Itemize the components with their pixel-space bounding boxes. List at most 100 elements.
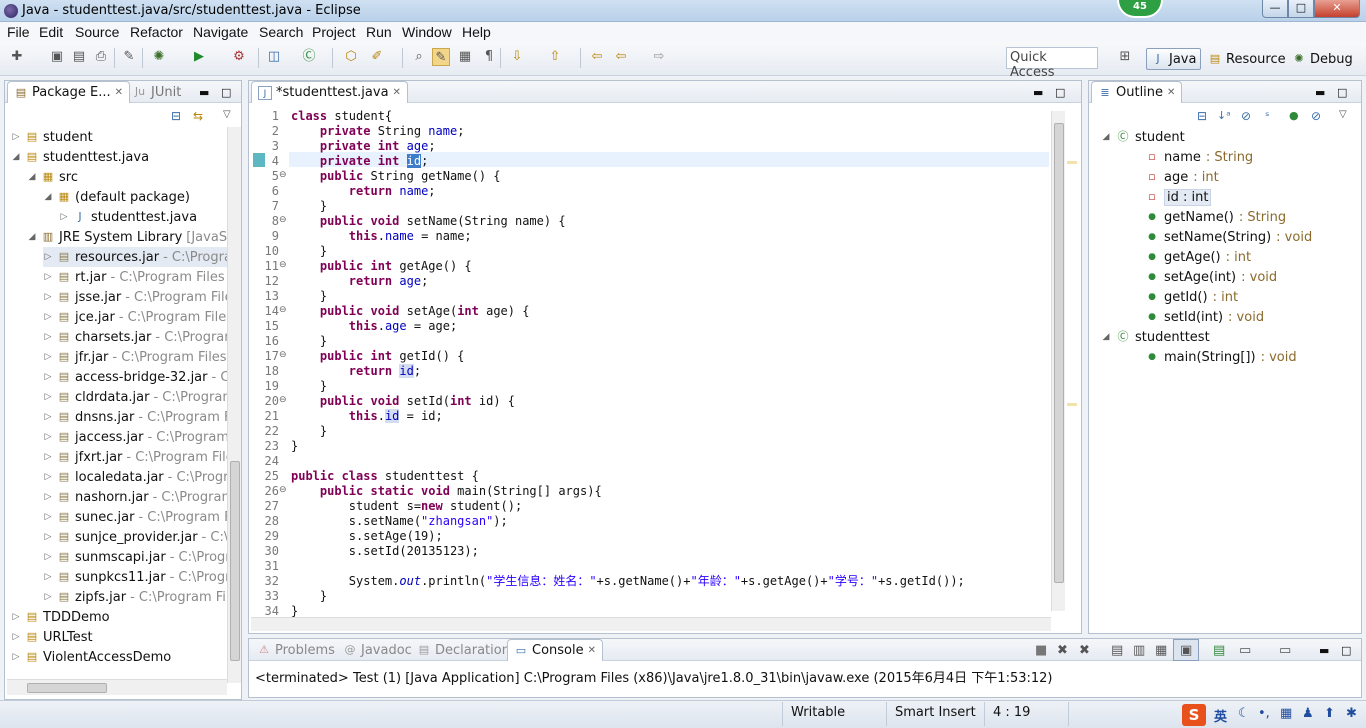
- expand-arrow-icon[interactable]: ▷: [11, 132, 21, 142]
- expand-arrow-icon[interactable]: ◢: [27, 232, 37, 242]
- code-line[interactable]: s.setId(20135123);: [291, 544, 479, 559]
- menu-search[interactable]: Search: [259, 24, 303, 40]
- minimize-button[interactable]: —: [1262, 0, 1288, 18]
- open-console-icon[interactable]: ▤: [1207, 639, 1231, 661]
- tree-item[interactable]: ◢ ▤ studenttest.java: [11, 147, 153, 167]
- code-line[interactable]: private int id;: [291, 154, 428, 169]
- expand-arrow-icon[interactable]: ◢: [43, 192, 53, 202]
- expand-arrow-icon[interactable]: ◢: [1101, 332, 1111, 342]
- run-icon[interactable]: ▶: [190, 48, 208, 66]
- ime-keyboard-icon[interactable]: ▦: [1280, 706, 1292, 724]
- hide-static-icon[interactable]: ˢ: [1265, 109, 1269, 123]
- open-type-icon[interactable]: ⬡: [342, 48, 360, 66]
- tree-item[interactable]: ◢ ▦ src: [27, 167, 82, 187]
- expand-arrow-icon[interactable]: ▷: [43, 372, 53, 382]
- close-tab-icon[interactable]: ✕: [1167, 87, 1175, 98]
- expand-arrow-icon[interactable]: ▷: [43, 572, 53, 582]
- new-java-project-icon[interactable]: ◫: [265, 48, 283, 66]
- ime-language[interactable]: 英: [1214, 706, 1227, 725]
- collapse-all-icon[interactable]: ⊟: [171, 109, 181, 123]
- mark-occurrences-icon[interactable]: ✎: [432, 48, 450, 66]
- tree-item[interactable]: ▷ ▤ resources.jar - C:\Progra: [43, 247, 227, 267]
- menu-project[interactable]: Project: [312, 24, 356, 40]
- perspective-java[interactable]: J Java: [1146, 48, 1202, 70]
- tree-item[interactable]: ▷ ▤ student: [11, 127, 97, 147]
- expand-arrow-icon[interactable]: ▷: [43, 452, 53, 462]
- close-tab-icon[interactable]: ✕: [115, 87, 123, 98]
- code-line[interactable]: System.out.println("学生信息：姓名："+s.getName(…: [291, 574, 965, 589]
- print-icon[interactable]: ⎙: [92, 48, 110, 66]
- open-task-icon[interactable]: ✐: [368, 48, 386, 66]
- ime-moon-icon[interactable]: ☾: [1238, 706, 1250, 724]
- view-menu-icon[interactable]: ▽: [223, 109, 231, 120]
- outline-item[interactable]: ▫ age : int: [1145, 167, 1218, 187]
- save-all-icon[interactable]: ▤: [70, 48, 88, 66]
- tab-studenttest-java[interactable]: J *studenttest.java ✕: [251, 81, 408, 103]
- ime-punct-icon[interactable]: •,: [1258, 706, 1270, 724]
- tab-problems[interactable]: ⚠ Problems: [251, 639, 341, 661]
- code-line[interactable]: }: [291, 199, 327, 214]
- expand-arrow-icon[interactable]: ▷: [43, 352, 53, 362]
- code-line[interactable]: public class studenttest {: [291, 469, 479, 484]
- previous-annotation-icon[interactable]: ⇧: [546, 48, 564, 66]
- perspective-resource[interactable]: ▤ Resource: [1204, 48, 1290, 70]
- save-icon[interactable]: ▣: [48, 48, 66, 66]
- tree-item[interactable]: ▷ ▤ jce.jar - C:\Program Files: [43, 307, 227, 327]
- new-console-icon[interactable]: ▭: [1273, 639, 1297, 661]
- code-line[interactable]: this.age = age;: [291, 319, 457, 334]
- close-tab-icon[interactable]: ✕: [588, 645, 596, 656]
- minimize-editor-icon[interactable]: ▬: [1027, 81, 1049, 103]
- terminate-icon[interactable]: ■: [1029, 639, 1053, 661]
- expand-arrow-icon[interactable]: ▷: [43, 412, 53, 422]
- tree-item[interactable]: ▷ ▤ TDDDemo: [11, 607, 114, 627]
- close-tab-icon[interactable]: ✕: [393, 87, 401, 98]
- last-edit-location-icon[interactable]: ⇦: [588, 48, 606, 66]
- display-selected-console-icon[interactable]: ▭: [1233, 639, 1257, 661]
- tree-item[interactable]: ◢ ▦ (default package): [43, 187, 194, 207]
- expand-arrow-icon[interactable]: ◢: [11, 152, 21, 162]
- expand-arrow-icon[interactable]: ◢: [27, 172, 37, 182]
- clear-console-icon[interactable]: ▤: [1105, 639, 1129, 661]
- code-line[interactable]: }: [291, 244, 327, 259]
- scroll-lock-icon[interactable]: ▥: [1127, 639, 1151, 661]
- ime-user-icon[interactable]: ♟: [1302, 706, 1314, 724]
- menu-file[interactable]: File: [7, 24, 30, 40]
- horizontal-scrollbar[interactable]: [7, 679, 227, 695]
- outline-item[interactable]: ● setName(String) : void: [1145, 227, 1312, 247]
- expand-arrow-icon[interactable]: ▷: [43, 512, 53, 522]
- tree-item[interactable]: ▷ ▤ dnsns.jar - C:\Program Fi: [43, 407, 227, 427]
- menu-run[interactable]: Run: [366, 24, 392, 40]
- code-line[interactable]: private int age;: [291, 139, 436, 154]
- code-line[interactable]: public String getName() {: [291, 169, 501, 184]
- tree-item[interactable]: ▷ ▤ sunjce_provider.jar - C:\P: [43, 527, 227, 547]
- tab-package-explorer[interactable]: ▤ Package E... ✕: [7, 81, 131, 103]
- code-line[interactable]: public void setAge(int age) {: [291, 304, 530, 319]
- expand-arrow-icon[interactable]: ▷: [43, 252, 53, 262]
- code-line[interactable]: student s=new student();: [291, 499, 522, 514]
- tab-outline[interactable]: ≣ Outline ✕: [1091, 81, 1183, 103]
- outline-item[interactable]: ● setAge(int) : void: [1145, 267, 1277, 287]
- expand-arrow-icon[interactable]: ▷: [43, 492, 53, 502]
- tree-item[interactable]: ▷ ▤ nashorn.jar - C:\Program: [43, 487, 227, 507]
- menu-window[interactable]: Window: [402, 24, 452, 40]
- code-line[interactable]: s.setName("zhangsan");: [291, 514, 508, 529]
- tab-javadoc[interactable]: @ Javadoc: [337, 639, 418, 661]
- expand-arrow-icon[interactable]: ▷: [43, 532, 53, 542]
- new-icon[interactable]: ✚: [8, 48, 26, 66]
- tab-declaration[interactable]: ▤ Declaration: [411, 639, 516, 661]
- maximize-view-icon[interactable]: □: [1331, 81, 1353, 103]
- tree-item[interactable]: ▷ ▤ rt.jar - C:\Program Files (: [43, 267, 227, 287]
- expand-arrow-icon[interactable]: ▷: [43, 332, 53, 342]
- outline-item[interactable]: ▫ id : int: [1145, 187, 1216, 207]
- expand-arrow-icon[interactable]: ▷: [43, 292, 53, 302]
- fold-toggle-icon[interactable]: ⊖: [279, 170, 287, 180]
- code-line[interactable]: }: [291, 439, 298, 454]
- tree-item[interactable]: ▷ ▤ jfxrt.jar - C:\Program File: [43, 447, 227, 467]
- open-perspective-icon[interactable]: ⊞: [1116, 48, 1134, 66]
- maximize-editor-icon[interactable]: □: [1049, 81, 1071, 103]
- remove-all-launches-icon[interactable]: ✖: [1073, 639, 1096, 661]
- ime-shirt-icon[interactable]: ⬆: [1324, 706, 1335, 724]
- tree-item[interactable]: ▷ ▤ jsse.jar - C:\Program File: [43, 287, 227, 307]
- code-editor[interactable]: 1 class student{2 private String name; 3 p…: [249, 107, 1049, 617]
- tree-item[interactable]: ▷ ▤ cldrdata.jar - C:\Program: [43, 387, 227, 407]
